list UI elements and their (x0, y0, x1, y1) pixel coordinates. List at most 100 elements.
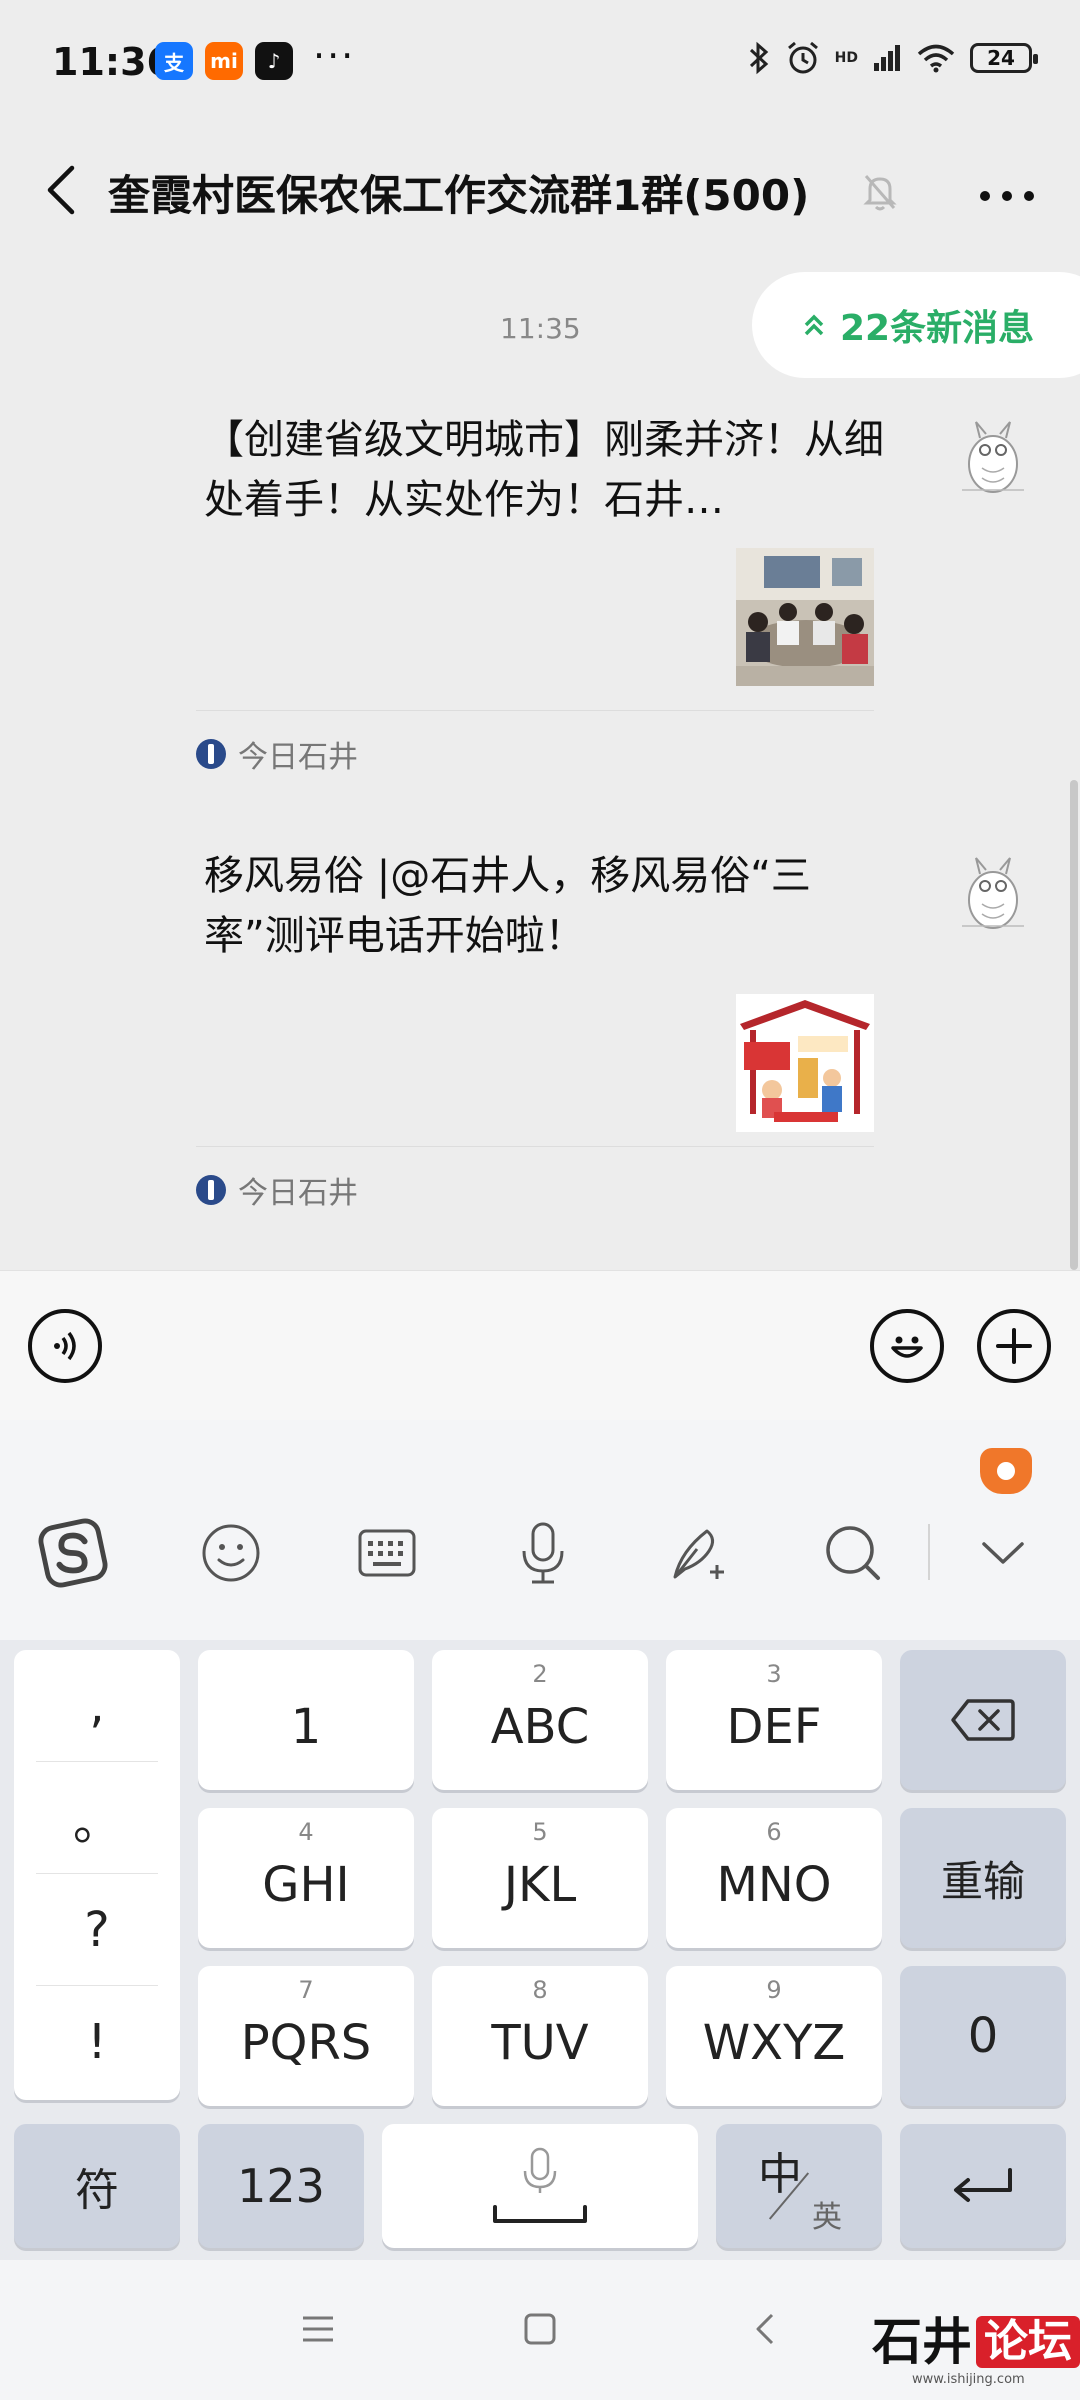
menu-lines-icon (303, 2316, 333, 2342)
article-thumbnail (736, 548, 874, 686)
more-notifications-icon: ··· (313, 34, 356, 78)
watermark-text-a: 石井 (872, 2312, 972, 2371)
language-switch-key[interactable]: 中 英 (716, 2124, 882, 2248)
search-icon (826, 1526, 880, 1580)
key-6[interactable]: 6 MNO (666, 1808, 882, 1948)
forum-watermark: 石井 论坛 www.ishijing.com (872, 2312, 1080, 2387)
chevron-down-icon (982, 1542, 1024, 1564)
key-8[interactable]: 8 TUV (432, 1966, 648, 2106)
punctuation-column: , 。 ? ! (14, 1650, 180, 2100)
space-key[interactable] (382, 2124, 698, 2248)
chevron-left-icon (47, 165, 75, 215)
message-input-bar (0, 1270, 1080, 1420)
nav-home-button[interactable] (510, 2304, 570, 2354)
alipay-icon: 支 (155, 42, 193, 80)
key-7[interactable]: 7 PQRS (198, 1966, 414, 2106)
key-4[interactable]: 4 GHI (198, 1808, 414, 1948)
article-card[interactable]: 移风易俗 |@石井人，移风易俗“三率”测评电话开始啦！ 今日石井 (196, 846, 874, 1211)
source-name: 今日石井 (238, 740, 358, 775)
chat-message-list[interactable]: 11:35 22条新消息 【创建省级文明城市】刚柔并济！从细处着手！从实处作为！… (0, 260, 1080, 1270)
ime-toolbar-divider (928, 1524, 930, 1580)
ime-toolbar (0, 1420, 1080, 1640)
source-name: 今日石井 (238, 1176, 358, 1211)
backspace-icon (951, 1699, 1015, 1741)
key-2[interactable]: 2 ABC (432, 1650, 648, 1790)
voice-input-button[interactable] (28, 1309, 102, 1383)
wifi-icon (917, 44, 955, 73)
feather-pen-icon (673, 1529, 724, 1579)
smile-icon (891, 1336, 923, 1358)
card-divider (196, 1146, 874, 1147)
double-chevron-up-icon (804, 314, 824, 336)
key-9[interactable]: 9 WXYZ (666, 1966, 882, 2106)
smile-outline-icon (202, 1524, 260, 1582)
chat-header: 奎霞村医保农保工作交流群1群(500) (0, 130, 1080, 260)
hd-badge: HD (834, 50, 858, 66)
tiktok-icon: ♪ (255, 42, 293, 80)
space-mic-icon (493, 2147, 587, 2223)
home-square-icon (524, 2313, 556, 2345)
ime-logo-button[interactable] (38, 1518, 108, 1588)
punct-key[interactable]: 。 (36, 1762, 158, 1874)
punct-key[interactable]: ? (36, 1874, 158, 1986)
new-messages-button[interactable]: 22条新消息 (752, 272, 1080, 378)
reinput-key[interactable]: 重输 (900, 1808, 1066, 1948)
voice-icon (54, 1331, 76, 1361)
watermark-text-b: 论坛 (976, 2316, 1080, 2368)
message-timestamp: 11:35 (500, 312, 581, 345)
article-source: 今日石井 (196, 1168, 358, 1212)
key-3[interactable]: 3 DEF (666, 1650, 882, 1790)
article-card[interactable]: 【创建省级文明城市】刚柔并济！从细处着手！从实处作为！石井… 今日石井 (196, 410, 884, 775)
signal-icon (874, 45, 900, 71)
chat-title: 奎霞村医保农保工作交流群1群(500) (108, 171, 810, 220)
nav-back-button[interactable] (734, 2304, 794, 2354)
sender-avatar[interactable] (958, 418, 1028, 498)
punct-key[interactable]: , (36, 1650, 158, 1762)
chat-scrollbar[interactable] (1070, 780, 1078, 1270)
emoji-button[interactable] (870, 1309, 944, 1383)
ime-search-button[interactable] (818, 1518, 888, 1588)
key-1[interactable]: 1 (198, 1650, 414, 1790)
zero-key[interactable]: 0 (900, 1966, 1066, 2106)
back-triangle-icon (756, 2313, 774, 2345)
symbols-key[interactable]: 符 (14, 2124, 180, 2248)
keyboard-icon (358, 1529, 416, 1577)
ime-keyboard-switch-button[interactable] (352, 1518, 422, 1588)
ime-collapse-button[interactable] (968, 1518, 1038, 1588)
watermark-url: www.ishijing.com (912, 2372, 1025, 2387)
ime-handwriting-button[interactable] (664, 1518, 734, 1588)
ime-skin-badge-icon[interactable] (980, 1448, 1032, 1494)
bluetooth-icon (749, 41, 768, 75)
numbers-key[interactable]: 123 (198, 2124, 364, 2248)
article-title: 【创建省级文明城市】刚柔并济！从细处着手！从实处作为！石井… (204, 417, 884, 523)
enter-arrow-icon (954, 2168, 1012, 2202)
alarm-icon (787, 41, 818, 74)
sogou-logo-icon (38, 1518, 108, 1588)
backspace-key[interactable] (900, 1650, 1066, 1790)
back-button[interactable] (26, 150, 96, 230)
article-title: 移风易俗 |@石井人，移风易俗“三率”测评电话开始啦！ (204, 853, 811, 959)
mute-bell-icon (863, 175, 897, 211)
key-5[interactable]: 5 JKL (432, 1808, 648, 1948)
new-messages-count: 22条新消息 (840, 308, 1035, 349)
ime-emoji-button[interactable] (196, 1518, 266, 1588)
mi-app-icon: mi (205, 42, 243, 80)
battery-level: 24 (987, 46, 1015, 70)
battery-indicator: 24 (970, 43, 1038, 73)
nav-menu-button[interactable] (288, 2304, 348, 2354)
article-source: 今日石井 (196, 732, 358, 776)
more-options-button[interactable] (972, 166, 1042, 226)
card-divider (196, 710, 874, 711)
plus-icon (996, 1328, 1032, 1364)
punct-key[interactable]: ! (36, 1986, 158, 2098)
add-attachment-button[interactable] (977, 1309, 1051, 1383)
sender-avatar[interactable] (958, 854, 1028, 934)
source-logo-icon (196, 739, 226, 769)
article-thumbnail (736, 994, 874, 1132)
enter-key[interactable] (900, 2124, 1066, 2248)
t9-keyboard: , 。 ? ! 1 2 ABC 3 DEF 4 GHI 5 JKL 6 MNO 重输 7P… (0, 1640, 1080, 2260)
ime-voice-button[interactable] (508, 1518, 578, 1588)
source-logo-icon (196, 1175, 226, 1205)
microphone-icon (522, 1522, 564, 1584)
more-dots-icon (980, 191, 1034, 201)
